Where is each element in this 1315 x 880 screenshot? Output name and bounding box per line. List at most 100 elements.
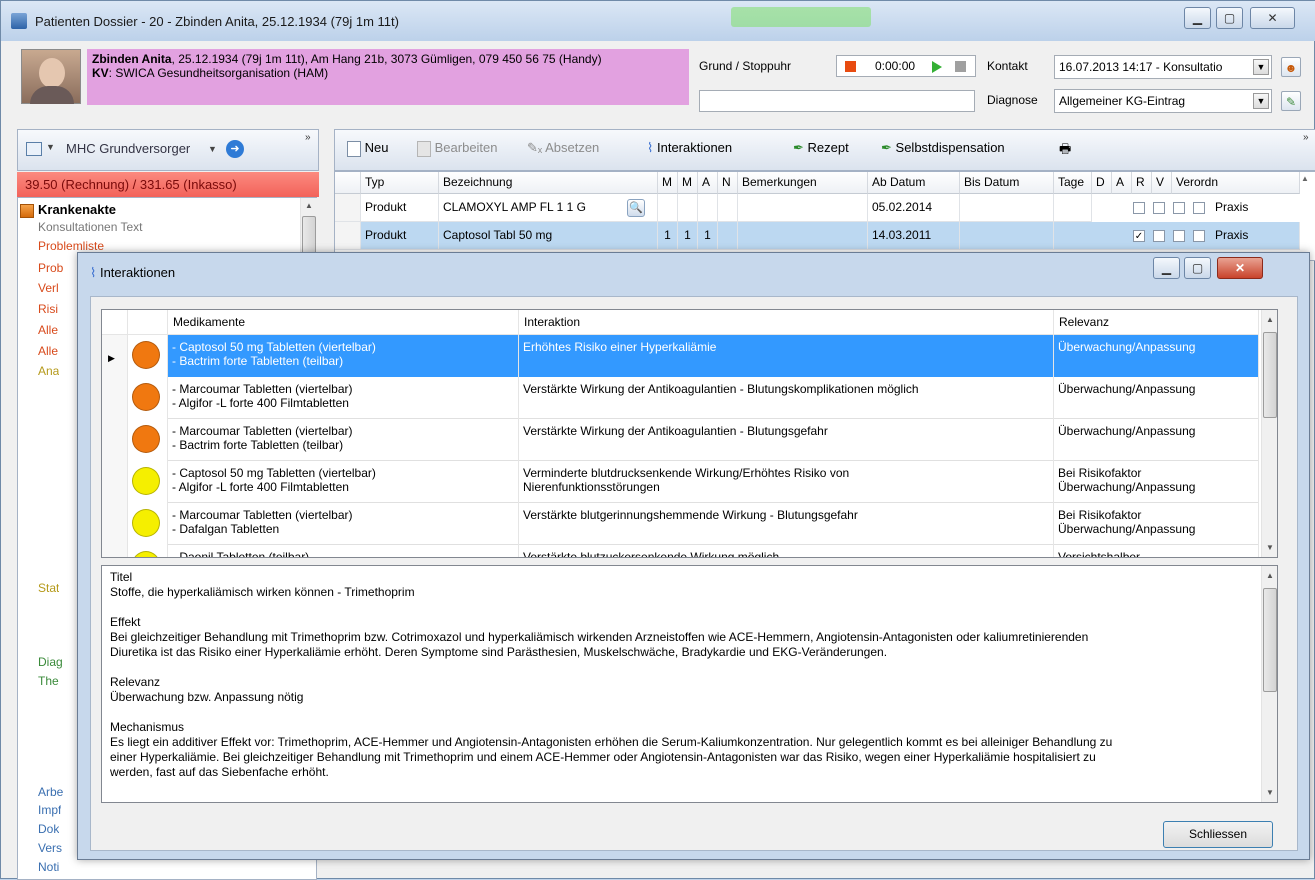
layout-icon[interactable] [26,142,42,156]
overflow-icon[interactable]: » [305,132,311,143]
close-window-button[interactable]: ✕ [1250,7,1295,29]
interaction-scroll-thumb[interactable] [1263,332,1277,418]
col-m1[interactable]: M [658,172,678,194]
checkbox-v[interactable] [1193,202,1205,214]
chevron-down-icon[interactable]: ▼ [46,142,55,152]
refresh-icon[interactable]: ➜ [226,140,244,158]
col-n[interactable]: N [718,172,738,194]
play-icon[interactable] [932,61,942,73]
interaction-row[interactable]: - Captosol 50 mg Tabletten (viertelbar) -… [102,461,1259,503]
tree-item-arbe[interactable]: Arbe [38,785,63,799]
scroll-down-icon[interactable]: ▼ [1262,785,1277,801]
checkbox-v[interactable] [1193,230,1205,242]
col-a2[interactable]: A [1112,172,1132,194]
row-verordnung: Praxis [1215,200,1249,214]
col-bezeichnung[interactable]: Bezeichnung [439,172,658,194]
tree-item-alle-1[interactable]: Alle [38,323,58,337]
tree-item-risi[interactable]: Risi [38,302,58,316]
kontakt-select[interactable]: 16.07.2013 14:17 - Konsultatio ▼ [1054,55,1272,79]
tree-item-prob[interactable]: Prob [38,261,63,275]
detail-scrollbar[interactable]: ▲ ▼ [1261,566,1277,802]
interaction-row[interactable]: - Marcoumar Tabletten (viertelbar) - Algi… [102,377,1259,419]
practice-selector[interactable]: MHC Grundversorger [66,141,190,156]
interaction-row[interactable]: - Marcoumar Tabletten (viertelbar) - Bact… [102,419,1259,461]
dialog-minimize-button[interactable]: ▁ [1153,257,1180,279]
tree-item-ana[interactable]: Ana [38,364,59,378]
tree-item-diag[interactable]: Diag [38,655,63,669]
tree-item-stat[interactable]: Stat [38,581,59,595]
edit-diagnosis-button[interactable]: ✎ [1281,91,1301,111]
tree-item-konsultationen[interactable]: Konsultationen Text [38,220,143,234]
scroll-up-icon[interactable]: ▲ [301,198,317,214]
tree-item-krankenakte[interactable]: Krankenakte [38,202,116,217]
col-relevanz[interactable]: Relevanz [1054,310,1259,335]
col-interaktion[interactable]: Interaktion [519,310,1054,335]
interaction-row[interactable]: - Marcoumar Tabletten (viertelbar) - Dafa… [102,503,1259,545]
print-icon: 🖶 [1059,141,1072,156]
col-d[interactable]: D [1092,172,1112,194]
dialog-maximize-button[interactable]: ▢ [1184,257,1211,279]
contact-icon-button[interactable]: ☻ [1281,57,1301,77]
rezept-label: Rezept [807,140,849,155]
scroll-up-icon[interactable]: ▲ [1262,312,1277,328]
col-verordnung[interactable]: Verordn [1172,172,1300,194]
detail-mechanismus-heading: Mechanismus [110,720,185,734]
tree-item-impf[interactable]: Impf [38,803,61,817]
table-row[interactable]: Produkt Captosol Tabl 50 mg 1 1 1 14.03.… [335,222,1300,250]
neu-button[interactable]: Neu [347,140,388,157]
col-typ[interactable]: Typ [361,172,439,194]
interaction-row[interactable]: - Daonil Tabletten (teilbar) Verstärkte b… [102,545,1259,557]
minimize-icon: ▁ [1192,11,1203,25]
scroll-down-icon[interactable]: ▼ [1262,540,1277,556]
absetzen-button[interactable]: ✎ₓ Absetzen [527,140,599,156]
table-row[interactable]: Produkt CLAMOXYL AMP FL 1 1 G 🔍 05.02.20… [335,194,1300,222]
record-icon[interactable] [845,61,856,72]
stop-icon[interactable] [955,61,966,72]
maximize-button[interactable]: ▢ [1216,7,1243,29]
tree-item-noti[interactable]: Noti [38,860,59,874]
col-tage[interactable]: Tage [1054,172,1092,194]
detail-scroll-thumb[interactable] [1263,588,1277,692]
search-icon[interactable]: 🔍 [627,199,645,217]
col-bis-datum[interactable]: Bis Datum [960,172,1054,194]
billing-status[interactable]: 39.50 (Rechnung) / 331.65 (Inkasso) [17,172,319,197]
tree-item-the[interactable]: The [38,674,59,688]
col-v[interactable]: V [1152,172,1172,194]
checkbox-r[interactable] [1173,230,1185,242]
chevron-down-icon[interactable]: ▼ [208,144,217,154]
tree-item-dok[interactable]: Dok [38,822,59,836]
col-bemerkungen[interactable]: Bemerkungen [738,172,868,194]
selbstdispensation-button[interactable]: ✒ Selbstdispensation [881,140,1005,156]
minimize-button[interactable]: ▁ [1184,7,1211,29]
checkbox-a[interactable] [1153,202,1165,214]
col-medikamente[interactable]: Medikamente [168,310,519,335]
tree-item-problemliste[interactable]: Problemliste [38,239,104,253]
row-typ: Produkt [361,222,439,250]
checkbox-r[interactable] [1173,202,1185,214]
grund-input[interactable] [699,90,975,112]
tree-item-alle-2[interactable]: Alle [38,344,58,358]
print-button[interactable]: 🖶 [1059,140,1071,162]
col-m2[interactable]: M [678,172,698,194]
relevance-1: Überwachung/Anpassung [1058,424,1196,438]
schliessen-button[interactable]: Schliessen [1163,821,1273,848]
interaction-grid-scrollbar[interactable]: ▲ ▼ [1261,310,1277,557]
scroll-up-icon[interactable]: ▲ [1262,568,1277,584]
interaktionen-button[interactable]: ⌇ Interaktionen [647,140,732,156]
checkbox-a[interactable] [1153,230,1165,242]
checkbox-d-checked[interactable]: ✓ [1133,230,1145,242]
diagnose-select[interactable]: Allgemeiner KG-Eintrag ▼ [1054,89,1272,113]
tree-item-vers[interactable]: Vers [38,841,62,855]
dialog-close-button[interactable]: ✕ [1217,257,1263,279]
col-ab-datum[interactable]: Ab Datum [868,172,960,194]
patient-details: , 25.12.1934 (79j 1m 11t), Am Hang 21b, … [171,52,602,66]
interaction-row[interactable]: ▶ - Captosol 50 mg Tabletten (viertelbar)… [102,335,1259,377]
overflow-icon[interactable]: » [1303,132,1309,143]
rezept-button[interactable]: ✒ Rezept [793,140,849,156]
col-a[interactable]: A [698,172,718,194]
bearbeiten-button[interactable]: Bearbeiten [417,140,498,157]
checkbox-d[interactable] [1133,202,1145,214]
col-r[interactable]: R [1132,172,1152,194]
tree-item-verl[interactable]: Verl [38,281,59,295]
scroll-up-icon[interactable]: ▲ [1301,174,1309,183]
